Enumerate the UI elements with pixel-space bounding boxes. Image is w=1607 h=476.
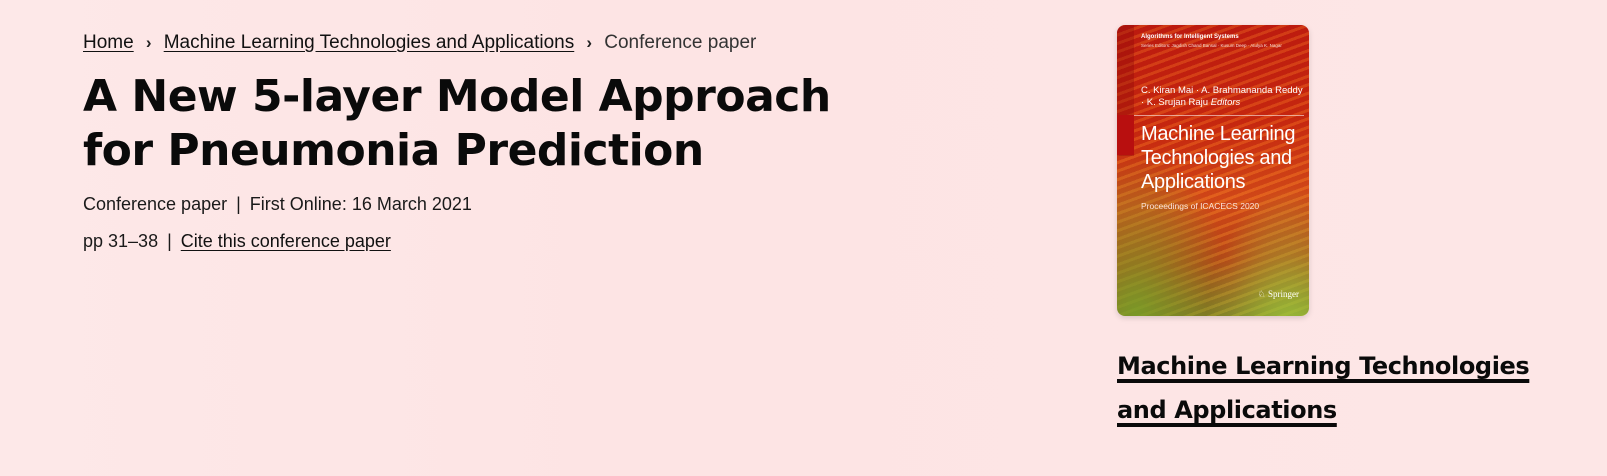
content-type: Conference paper — [83, 194, 228, 214]
publisher-logo: ♘ Springer — [1258, 289, 1299, 300]
book-title-link[interactable]: Machine Learning Technologies and Applic… — [1117, 344, 1577, 432]
article-header: Home › Machine Learning Technologies and… — [83, 30, 983, 253]
article-meta: Conference paper | First Online: 16 March … — [83, 192, 983, 216]
breadcrumb-home-link[interactable]: Home — [83, 30, 134, 56]
meta-divider: | — [236, 194, 241, 214]
page-title: A New 5-layer Model Approach for Pneumon… — [83, 71, 831, 176]
springer-horse-icon: ♘ — [1257, 289, 1266, 299]
breadcrumb: Home › Machine Learning Technologies and… — [83, 30, 983, 56]
cover-series-title: Algorithms for Intelligent Systems — [1141, 34, 1239, 40]
cover-series-editors: Series Editors: Jagdish Chand Bansal · K… — [1141, 43, 1282, 48]
cover-title: Machine Learning Technologies and Applic… — [1141, 123, 1296, 193]
cover-editors: C. Kiran Mai · A. Brahmananda Reddy · K.… — [1141, 85, 1306, 109]
cover-editors-label: Editors — [1210, 97, 1241, 108]
article-pages-row: pp 31–38 | Cite this conference paper — [83, 229, 983, 253]
first-online-date: First Online: 16 March 2021 — [249, 194, 472, 214]
cover-subtitle: Proceedings of ICACECS 2020 — [1141, 201, 1260, 211]
breadcrumb-current: Conference paper — [604, 32, 757, 53]
breadcrumb-book-link[interactable]: Machine Learning Technologies and Applic… — [164, 30, 575, 56]
meta-divider: | — [167, 231, 172, 251]
cover-divider — [1134, 115, 1304, 116]
publisher-name: Springer — [1268, 289, 1299, 299]
cite-link[interactable]: Cite this conference paper — [181, 231, 391, 251]
cover-side-bar-accent — [1117, 115, 1134, 155]
chevron-right-icon: › — [145, 33, 152, 52]
book-cover-image[interactable]: Algorithms for Intelligent Systems Serie… — [1117, 25, 1309, 316]
chevron-right-icon: › — [586, 33, 593, 52]
page-range: pp 31–38 — [83, 231, 159, 251]
